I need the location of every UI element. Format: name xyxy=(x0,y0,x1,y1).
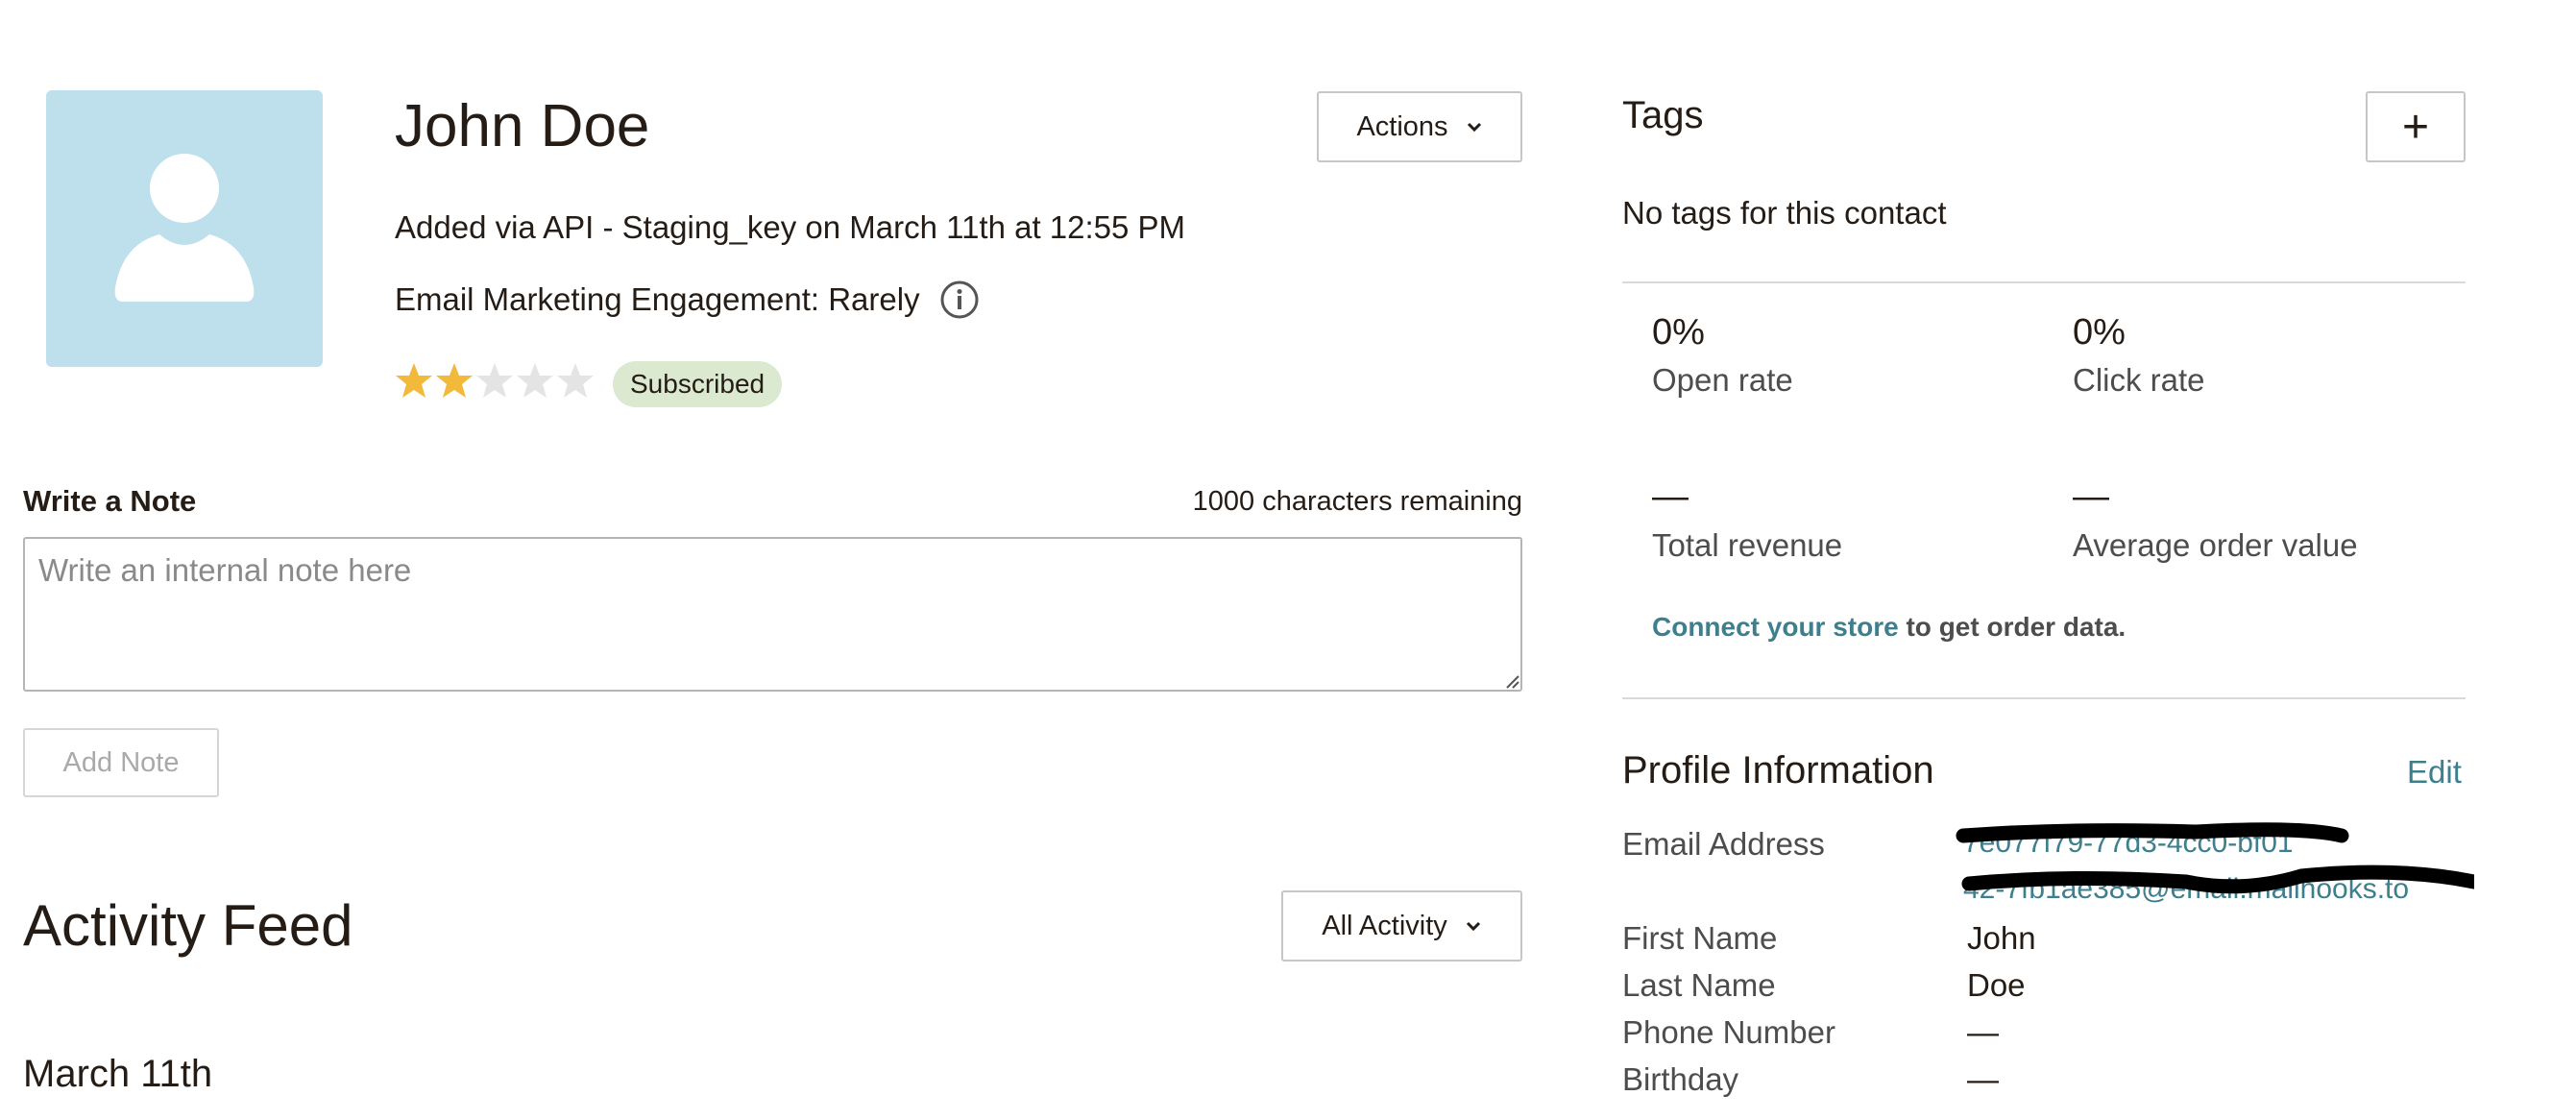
birthday-label: Birthday xyxy=(1622,1061,1739,1097)
redaction-scribble xyxy=(1956,822,2474,894)
activity-date-heading: March 11th xyxy=(23,1053,213,1095)
birthday-value: — xyxy=(1967,1061,1999,1097)
phone-number-label: Phone Number xyxy=(1622,1014,1835,1050)
activity-filter-label: All Activity xyxy=(1322,910,1447,941)
actions-label: Actions xyxy=(1356,110,1448,142)
divider xyxy=(1622,697,2466,699)
activity-feed-title: Activity Feed xyxy=(23,893,353,958)
star-rating[interactable] xyxy=(395,361,595,400)
star-empty-icon[interactable] xyxy=(516,361,554,400)
add-tag-button[interactable]: + xyxy=(2366,91,2466,162)
actions-dropdown-button[interactable]: Actions xyxy=(1317,91,1522,162)
engagement-text: Email Marketing Engagement: Rarely xyxy=(395,281,920,317)
open-rate-value: 0% xyxy=(1652,312,1705,353)
email-address-label: Email Address xyxy=(1622,826,1825,862)
resize-handle-icon[interactable] xyxy=(1504,673,1519,689)
note-label: Write a Note xyxy=(23,484,197,518)
connect-store-link[interactable]: Connect your store xyxy=(1652,612,1899,642)
status-badge: Subscribed xyxy=(613,361,783,407)
click-rate-label: Click rate xyxy=(2073,362,2205,398)
first-name-value: John xyxy=(1967,920,2036,956)
tags-empty-text: No tags for this contact xyxy=(1622,195,1947,231)
open-rate-label: Open rate xyxy=(1652,362,1793,398)
total-revenue-value: — xyxy=(1652,476,1689,517)
contact-name: John Doe xyxy=(395,93,650,159)
engagement-row: Email Marketing Engagement: Rarely xyxy=(395,280,980,320)
click-rate-value: 0% xyxy=(2073,312,2126,353)
average-order-value-label: Average order value xyxy=(2073,527,2358,563)
chevron-down-icon xyxy=(1466,921,1480,932)
phone-number-value: — xyxy=(1967,1014,1999,1050)
added-info: Added via API - Staging_key on March 11t… xyxy=(395,209,1186,245)
activity-filter-dropdown[interactable]: All Activity xyxy=(1281,890,1522,962)
chevron-down-icon xyxy=(1467,122,1481,133)
user-placeholder-icon xyxy=(114,154,255,302)
total-revenue-label: Total revenue xyxy=(1652,527,1843,563)
last-name-label: Last Name xyxy=(1622,967,1776,1003)
info-icon[interactable] xyxy=(939,280,980,320)
last-name-value: Doe xyxy=(1967,967,2026,1003)
first-name-label: First Name xyxy=(1622,920,1778,956)
connect-store-text: Connect your store to get order data. xyxy=(1652,612,2126,643)
divider xyxy=(1622,281,2466,283)
edit-profile-link[interactable]: Edit xyxy=(2407,754,2462,791)
tags-title: Tags xyxy=(1622,94,1704,136)
star-empty-icon[interactable] xyxy=(556,361,595,400)
add-note-button[interactable]: Add Note xyxy=(23,728,219,797)
avatar xyxy=(46,90,323,367)
star-empty-icon[interactable] xyxy=(475,361,514,400)
connect-store-suffix: to get order data. xyxy=(1898,612,2126,642)
note-characters-remaining: 1000 characters remaining xyxy=(1192,486,1522,517)
star-filled-icon[interactable] xyxy=(395,361,433,400)
star-filled-icon[interactable] xyxy=(435,361,474,400)
average-order-value-value: — xyxy=(2073,476,2109,517)
profile-information-title: Profile Information xyxy=(1622,749,1934,791)
note-textarea[interactable] xyxy=(23,537,1522,692)
